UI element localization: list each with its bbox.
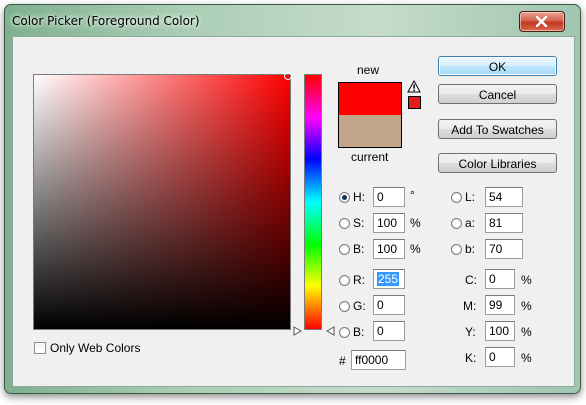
l-input[interactable]: 54	[485, 187, 523, 207]
slider-arrow-left-icon[interactable]	[293, 326, 303, 336]
gamut-warning-swatch[interactable]	[408, 96, 421, 109]
b-label: B:	[353, 242, 365, 256]
lab-b-label: b:	[465, 242, 476, 256]
hex-input[interactable]: ff0000	[351, 350, 406, 370]
color-picker-window: Color Picker (Foreground Color) new curr…	[4, 4, 581, 394]
h-unit: °	[410, 188, 415, 202]
h-radio[interactable]	[339, 192, 350, 203]
current-label: current	[351, 150, 389, 164]
dialog-client: new current OK Cancel Add To Swatches Co…	[12, 36, 575, 387]
h-input[interactable]: 0	[373, 187, 405, 207]
warning-triangle-icon[interactable]	[407, 80, 421, 93]
color-field[interactable]	[33, 74, 291, 330]
m-unit: %	[521, 299, 532, 313]
s-input[interactable]: 100	[373, 213, 405, 233]
a-radio[interactable]	[451, 218, 462, 229]
r-label: R:	[353, 273, 365, 287]
swatch-preview	[338, 82, 402, 148]
y-unit: %	[521, 325, 532, 339]
blue-radio[interactable]	[339, 327, 350, 338]
b-radio[interactable]	[339, 244, 350, 255]
l-label: L:	[465, 190, 476, 204]
b-input[interactable]: 100	[373, 239, 405, 259]
only-web-colors-label: Only Web Colors	[50, 341, 141, 355]
close-button[interactable]	[519, 11, 565, 32]
a-label: a:	[465, 216, 476, 230]
color-field-marker[interactable]	[284, 72, 292, 80]
hex-label: #	[339, 354, 346, 368]
l-radio[interactable]	[451, 192, 462, 203]
new-color-swatch	[339, 83, 401, 115]
k-input[interactable]: 0	[485, 347, 515, 367]
g-input[interactable]: 0	[373, 295, 405, 315]
hue-slider[interactable]	[304, 74, 322, 330]
c-label: C:	[465, 273, 477, 287]
blue-input[interactable]: 0	[373, 321, 405, 341]
g-label: G:	[353, 299, 366, 313]
b-unit: %	[410, 242, 421, 256]
close-icon	[535, 16, 548, 27]
only-web-colors-checkbox[interactable]	[34, 342, 46, 354]
s-unit: %	[410, 216, 421, 230]
m-label: M:	[463, 299, 477, 313]
k-label: K:	[465, 351, 477, 365]
ok-button[interactable]: OK	[438, 56, 557, 76]
k-unit: %	[521, 351, 532, 365]
r-value: 255	[377, 272, 400, 286]
lab-b-radio[interactable]	[451, 244, 462, 255]
y-label: Y:	[465, 325, 476, 339]
r-radio[interactable]	[339, 275, 350, 286]
m-input[interactable]: 99	[485, 295, 515, 315]
c-input[interactable]: 0	[485, 269, 515, 289]
window-title: Color Picker (Foreground Color)	[12, 14, 200, 28]
h-label: H:	[353, 190, 365, 204]
slider-arrow-right-icon[interactable]	[325, 326, 335, 336]
a-input[interactable]: 81	[485, 213, 523, 233]
y-input[interactable]: 100	[485, 321, 515, 341]
blue-label: B:	[353, 325, 365, 339]
color-libraries-button[interactable]: Color Libraries	[438, 153, 557, 173]
lab-b-input[interactable]: 70	[485, 239, 523, 259]
new-label: new	[357, 63, 380, 77]
s-radio[interactable]	[339, 218, 350, 229]
s-label: S:	[353, 216, 365, 230]
add-to-swatches-button[interactable]: Add To Swatches	[438, 119, 557, 139]
c-unit: %	[521, 273, 532, 287]
g-radio[interactable]	[339, 301, 350, 312]
current-color-swatch[interactable]	[339, 115, 401, 147]
r-input[interactable]: 255	[373, 269, 405, 289]
cancel-button[interactable]: Cancel	[438, 84, 557, 104]
